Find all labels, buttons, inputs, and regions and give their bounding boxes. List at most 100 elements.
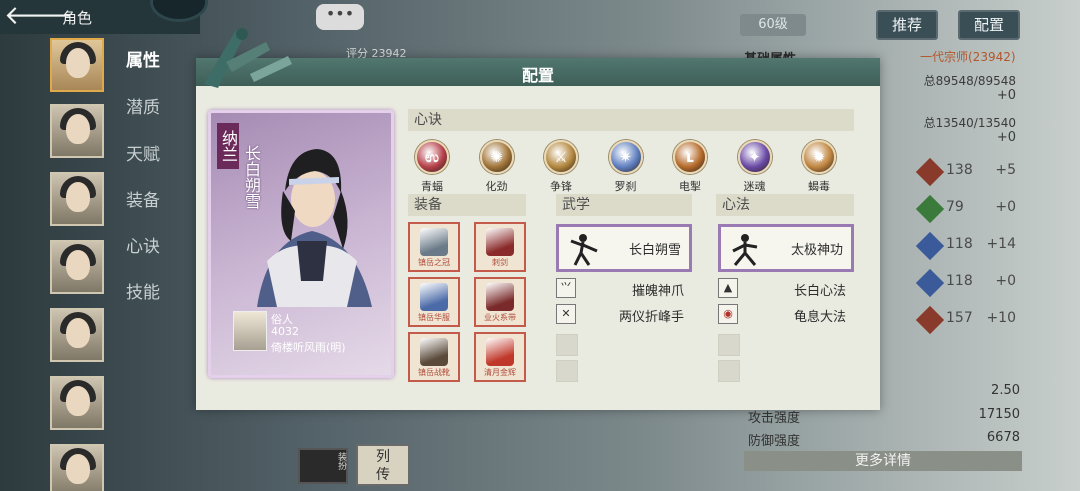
total-max: 13540 [977, 116, 1016, 130]
equipment-slot[interactable]: 业火系带 [474, 277, 526, 327]
stat-rank-icon [915, 194, 945, 224]
attribute-value: 17150 [978, 407, 1020, 422]
xinjue-label: 青蝠 [421, 180, 443, 193]
character-card: 纳兰 长白朔雪 俗人 4032 倚楼听风雨(明) [208, 110, 394, 378]
equipment-slot[interactable]: 刺剑 [474, 222, 526, 272]
side-tab-equipment[interactable]: 装备 [126, 186, 160, 211]
attribute-label: 攻击强度 [748, 411, 801, 426]
stat-rank-icon [915, 268, 945, 298]
wuxue-main-skill[interactable]: 长白朔雪 [556, 224, 692, 272]
equipment-label: 业火系带 [484, 313, 516, 322]
side-tab-talent[interactable]: 天赋 [126, 140, 160, 165]
sword-icon [486, 228, 514, 256]
blade-icon[interactable]: ⚔ [544, 140, 578, 174]
xinfa-skill-row[interactable]: ▲ 长白心法 [718, 278, 854, 300]
xinfa-section-header: 心法 [716, 194, 854, 216]
party-portrait[interactable] [50, 444, 104, 491]
biography-label-1: 列 [376, 449, 390, 465]
empty-skill-slot[interactable] [718, 334, 740, 356]
total-hp: 总89548/89548 [923, 74, 1016, 88]
xinjue-label: 电掣 [679, 180, 701, 193]
xinjue-glyph: ✦ [748, 148, 761, 166]
more-details-button[interactable]: 更多详情 [744, 451, 1022, 471]
party-portrait[interactable] [50, 308, 104, 362]
wuxue-skill-row[interactable]: ✕ 两仪折峰手 [556, 304, 692, 326]
config-button[interactable]: 配置 [958, 10, 1020, 40]
side-tab-skills[interactable]: 技能 [126, 278, 160, 303]
empty-skill-slot[interactable] [556, 334, 578, 356]
wuxue-skill-row[interactable]: ⺍ 摧魄神爪 [556, 278, 692, 300]
belt-icon [486, 283, 514, 311]
xinfa-main-name: 太极神功 [790, 243, 843, 258]
scorpion-icon[interactable]: ✹ [802, 140, 836, 174]
stat-value: 118 [946, 236, 973, 252]
stat-bonus: +5 [995, 162, 1016, 178]
party-portrait[interactable] [50, 104, 104, 158]
screen-title: 角色 [62, 9, 93, 27]
xinjue-label: 蝎毒 [808, 180, 830, 193]
biography-button[interactable]: 列传 [356, 444, 410, 486]
equipment-slot[interactable]: 镇岳之冠 [408, 222, 460, 272]
stat-bonus: +0 [995, 273, 1016, 289]
taiji-stance-icon [732, 234, 758, 266]
rakshasa-icon[interactable]: ✷ [608, 140, 643, 174]
stat-bonus: +10 [986, 310, 1016, 326]
side-tab-xinjue[interactable]: 心诀 [126, 232, 160, 257]
armor-icon [420, 283, 448, 311]
hero-name-plate: 纳兰 [217, 123, 239, 169]
config-dialog: 配置 纳兰 长白朔雪 俗人 4032 倚楼听风雨(明) 心诀 装备 武学 心法 … [196, 28, 880, 410]
total-mp: 总13540/13540 [923, 116, 1016, 130]
xinjue-label: 化劲 [485, 180, 508, 193]
boots-icon [420, 338, 448, 366]
back-arrow-icon[interactable]: 🡐 [4, 2, 74, 32]
owner-name: 倚楼听风雨(明) [271, 341, 346, 354]
empty-skill-slot[interactable] [556, 360, 578, 382]
total-bonus: +0 [996, 88, 1016, 103]
equipment-label: 清月金辉 [484, 368, 516, 377]
stat-row: 118 +14 [890, 231, 1022, 261]
party-portrait[interactable] [50, 38, 104, 92]
side-tab-potential[interactable]: 潜质 [126, 93, 160, 118]
xinfa-main-skill[interactable]: 太极神功 [718, 224, 854, 272]
xinjue-label: 罗刹 [614, 180, 637, 193]
stat-value: 138 [946, 162, 973, 178]
wuxue-skill-name: 两仪折峰手 [618, 310, 684, 325]
equipment-label: 刺剑 [492, 258, 508, 267]
attribute-value: 2.50 [991, 383, 1020, 398]
side-tab-attributes[interactable]: 属性 [126, 46, 160, 71]
xinjue-glyph: ʟ [685, 148, 695, 166]
ring-icon [486, 338, 514, 366]
xinfa-skill-row[interactable]: ◉ 龟息大法 [718, 304, 854, 326]
equipment-slot[interactable]: 清月金辉 [474, 332, 526, 382]
empty-skill-slot[interactable] [718, 360, 740, 382]
lightning-icon[interactable]: ʟ [673, 140, 707, 174]
recommend-button[interactable]: 推荐 [876, 10, 938, 40]
party-portrait[interactable] [50, 376, 104, 430]
pine-decoration-icon [204, 28, 292, 88]
turtle-icon: ◉ [718, 304, 738, 324]
attribute-row: 防御强度 6678 [748, 430, 1020, 449]
xinjue-glyph: ✹ [812, 148, 826, 166]
chat-bubble-icon[interactable]: ••• [316, 4, 364, 30]
martial-stance-icon [570, 234, 598, 266]
palm-icon: ✕ [556, 304, 576, 324]
wuxue-skill-name: 摧魄神爪 [631, 284, 684, 299]
attribute-value: 6678 [986, 430, 1020, 445]
equipment-slot[interactable]: 镇岳战靴 [408, 332, 460, 382]
charm-icon[interactable]: ✦ [737, 140, 772, 174]
total-max: 89548 [977, 74, 1016, 88]
costume-button[interactable]: 装扮 [298, 448, 348, 484]
biography-label-2: 传 [376, 467, 390, 483]
stat-rank-icon [915, 231, 945, 261]
swirl-icon[interactable]: ✺ [479, 140, 514, 174]
stat-rank-icon [915, 157, 945, 187]
party-portrait[interactable] [50, 172, 104, 226]
party-portrait[interactable] [50, 240, 104, 294]
xinjue-glyph: ✷ [619, 148, 632, 166]
owner-power: 4032 [271, 325, 299, 338]
xinjue-glyph: ಉ [425, 148, 439, 166]
bat-icon[interactable]: ಉ [415, 140, 449, 174]
stat-value: 118 [946, 273, 973, 289]
equipment-slot[interactable]: 镇岳华服 [408, 277, 460, 327]
wuxue-main-name: 长白朔雪 [628, 243, 681, 258]
